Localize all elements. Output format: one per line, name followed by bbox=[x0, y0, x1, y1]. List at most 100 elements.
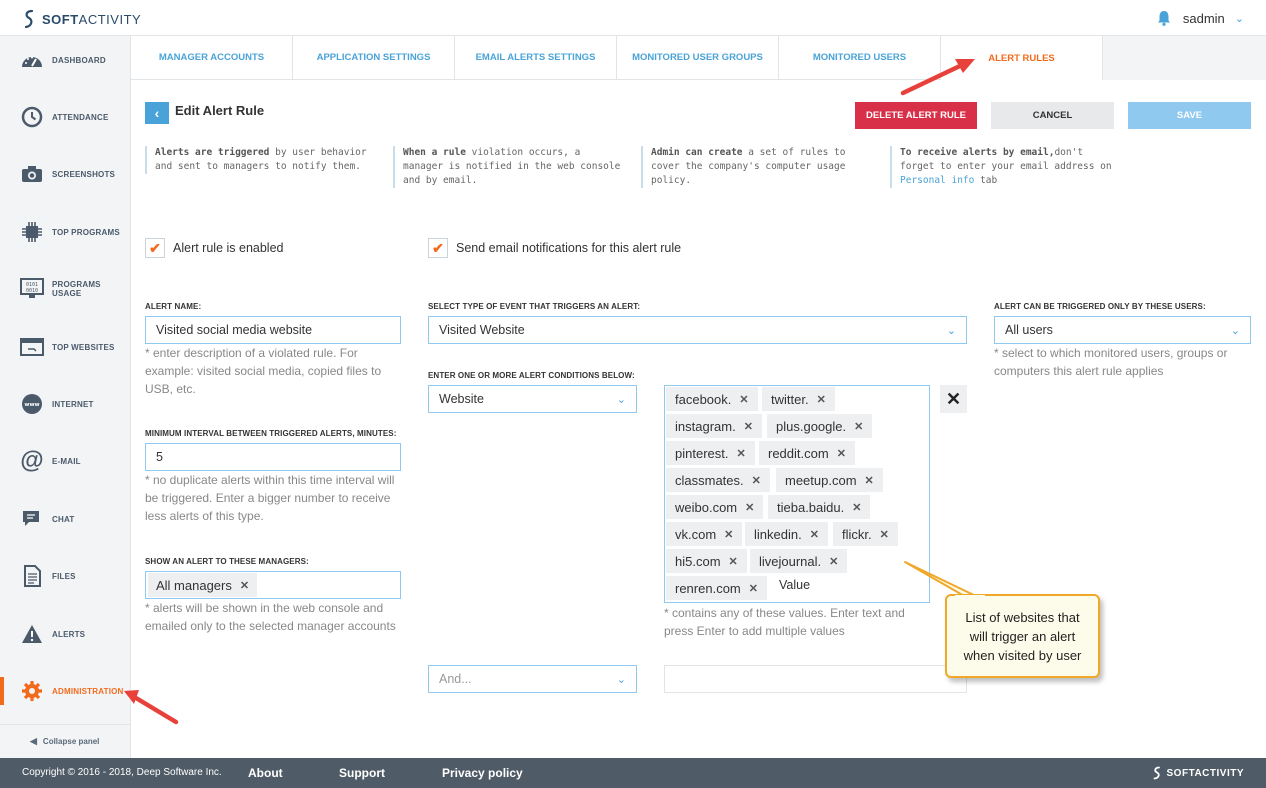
personal-info-link[interactable]: Personal info bbox=[900, 175, 974, 186]
chip-icon bbox=[20, 220, 44, 244]
logo-mark-icon bbox=[24, 9, 34, 29]
value-tag: twitter. ✕ bbox=[762, 387, 835, 411]
remove-tag-icon[interactable]: ✕ bbox=[880, 528, 889, 541]
remove-tag-icon[interactable]: ✕ bbox=[744, 420, 753, 433]
remove-condition-button[interactable]: ✕ bbox=[940, 385, 967, 413]
sidebar-item-dashboard[interactable]: DASHBOARD bbox=[0, 40, 131, 80]
email-notifications-checkbox[interactable]: ✔ bbox=[428, 238, 448, 258]
tab-alert-rules[interactable]: ALERT RULES bbox=[941, 36, 1103, 80]
chevron-down-icon[interactable]: ⌄ bbox=[1235, 12, 1244, 25]
value-tag: meetup.com ✕ bbox=[776, 468, 883, 492]
tab-email-alerts-settings[interactable]: EMAIL ALERTS SETTINGS bbox=[455, 36, 617, 80]
managers-input[interactable]: All managers ✕ bbox=[145, 571, 401, 599]
collapse-panel-button[interactable]: ◀ Collapse panel bbox=[0, 724, 131, 758]
save-button[interactable]: SAVE bbox=[1128, 102, 1251, 129]
sidebar-item-top-websites[interactable]: TOP WEBSITES bbox=[0, 327, 131, 367]
sidebar-item-top-programs[interactable]: TOP PROGRAMS bbox=[0, 212, 131, 252]
value-tag: vk.com ✕ bbox=[666, 522, 743, 546]
sidebar-item-label: TOP PROGRAMS bbox=[52, 227, 120, 237]
and-value-input[interactable] bbox=[664, 665, 967, 693]
and-select[interactable]: And... ⌄ bbox=[428, 665, 637, 693]
value-tag: hi5.com ✕ bbox=[666, 549, 747, 573]
info-block-2: When a rule violation occurs, a manager … bbox=[393, 146, 623, 188]
browser-window-icon bbox=[20, 335, 44, 359]
sidebar-item-email[interactable]: @ E-MAIL bbox=[0, 441, 131, 481]
remove-tag-icon[interactable]: ✕ bbox=[829, 555, 838, 568]
value-tag: reddit.com ✕ bbox=[759, 441, 855, 465]
remove-tag-icon[interactable]: ✕ bbox=[745, 501, 754, 514]
users-label: ALERT CAN BE TRIGGERED ONLY BY THESE USE… bbox=[994, 302, 1206, 311]
tab-monitored-user-groups[interactable]: MONITORED USER GROUPS bbox=[617, 36, 779, 80]
info-block-4: To receive alerts by email,don't forget … bbox=[890, 146, 1120, 188]
value-tag: pinterest. ✕ bbox=[666, 441, 755, 465]
sidebar-item-alerts[interactable]: ALERTS bbox=[0, 614, 131, 654]
www-globe-icon: www bbox=[20, 392, 44, 416]
sidebar-item-label: INTERNET bbox=[52, 399, 94, 409]
tab-application-settings[interactable]: APPLICATION SETTINGS bbox=[293, 36, 455, 80]
logo[interactable]: SOFTACTIVITY bbox=[22, 9, 141, 29]
email-notifications-label: Send email notifications for this alert … bbox=[456, 241, 682, 255]
event-type-select[interactable]: Visited Website ⌄ bbox=[428, 316, 967, 344]
user-menu[interactable]: sadmin ⌄ bbox=[1155, 9, 1244, 27]
interval-input[interactable]: 5 bbox=[145, 443, 401, 471]
remove-tag-icon[interactable]: ✕ bbox=[749, 582, 758, 595]
attendance-icon bbox=[20, 105, 44, 129]
users-help: * select to which monitored users, group… bbox=[994, 346, 1228, 378]
tab-manager-accounts[interactable]: MANAGER ACCOUNTS bbox=[131, 36, 293, 80]
back-button[interactable]: ‹ bbox=[145, 102, 169, 124]
managers-label: SHOW AN ALERT TO THESE MANAGERS: bbox=[145, 557, 309, 566]
sidebar-item-internet[interactable]: www INTERNET bbox=[0, 384, 131, 424]
svg-text:0010: 0010 bbox=[26, 288, 38, 294]
support-link[interactable]: Support bbox=[339, 766, 385, 780]
alert-enabled-row[interactable]: ✔ Alert rule is enabled bbox=[145, 238, 283, 258]
remove-tag-icon[interactable]: ✕ bbox=[854, 420, 863, 433]
remove-tag-icon[interactable]: ✕ bbox=[865, 474, 874, 487]
users-select[interactable]: All users ⌄ bbox=[994, 316, 1251, 344]
remove-tag-icon[interactable]: ✕ bbox=[817, 393, 826, 406]
copyright: Copyright © 2016 - 2018, Deep Software I… bbox=[22, 767, 222, 778]
alert-name-input[interactable]: Visited social media website bbox=[145, 316, 401, 344]
remove-tag-icon[interactable]: ✕ bbox=[810, 528, 819, 541]
bell-icon[interactable] bbox=[1155, 9, 1173, 27]
value-input[interactable]: Value bbox=[779, 578, 810, 592]
sidebar-item-chat[interactable]: CHAT bbox=[0, 499, 131, 539]
alert-enabled-checkbox[interactable]: ✔ bbox=[145, 238, 165, 258]
sidebar-item-attendance[interactable]: ATTENDANCE bbox=[0, 97, 131, 137]
email-notifications-row[interactable]: ✔ Send email notifications for this aler… bbox=[428, 238, 681, 258]
username[interactable]: sadmin bbox=[1183, 11, 1225, 26]
delete-alert-rule-button[interactable]: DELETE ALERT RULE bbox=[855, 102, 977, 129]
managers-help: * alerts will be shown in the web consol… bbox=[145, 601, 396, 633]
manager-chip: All managers ✕ bbox=[148, 573, 258, 597]
interval-help: * no duplicate alerts within this time i… bbox=[145, 473, 395, 523]
sidebar-item-label: SCREENSHOTS bbox=[52, 169, 116, 179]
remove-tag-icon[interactable]: ✕ bbox=[729, 555, 738, 568]
remove-tag-icon[interactable]: ✕ bbox=[739, 393, 748, 406]
document-icon bbox=[20, 564, 44, 588]
chat-bubble-icon bbox=[20, 507, 44, 531]
sidebar-item-label: CHAT bbox=[52, 514, 75, 524]
remove-tag-icon[interactable]: ✕ bbox=[752, 474, 761, 487]
value-tag: instagram. ✕ bbox=[666, 414, 762, 438]
remove-tag-icon[interactable]: ✕ bbox=[852, 501, 861, 514]
alert-name-label: ALERT NAME: bbox=[145, 302, 202, 311]
manager-chip-label: All managers bbox=[156, 577, 232, 593]
sidebar-item-screenshots[interactable]: SCREENSHOTS bbox=[0, 154, 131, 194]
remove-tag-icon[interactable]: ✕ bbox=[837, 447, 846, 460]
collapse-label: Collapse panel bbox=[42, 737, 100, 746]
remove-tag-icon[interactable]: ✕ bbox=[724, 528, 733, 541]
remove-chip-icon[interactable]: ✕ bbox=[240, 579, 249, 592]
cancel-button[interactable]: CANCEL bbox=[991, 102, 1114, 129]
close-icon: ✕ bbox=[945, 388, 962, 409]
sidebar-item-administration[interactable]: ADMINISTRATION bbox=[0, 671, 131, 711]
about-link[interactable]: About bbox=[248, 766, 283, 780]
chevron-left-icon: ‹ bbox=[154, 105, 160, 121]
sidebar-item-label: FILES bbox=[52, 571, 76, 581]
tab-monitored-users[interactable]: MONITORED USERS bbox=[779, 36, 941, 80]
sidebar-item-programs-usage[interactable]: 0101 0010 PROGRAMS USAGE bbox=[0, 269, 131, 309]
condition-field-select[interactable]: Website ⌄ bbox=[428, 385, 637, 413]
admin-tabs: MANAGER ACCOUNTS APPLICATION SETTINGS EM… bbox=[131, 36, 1266, 80]
sidebar-item-files[interactable]: FILES bbox=[0, 556, 131, 596]
remove-tag-icon[interactable]: ✕ bbox=[736, 447, 745, 460]
users-value: All users bbox=[1005, 323, 1053, 337]
privacy-policy-link[interactable]: Privacy policy bbox=[442, 766, 523, 780]
